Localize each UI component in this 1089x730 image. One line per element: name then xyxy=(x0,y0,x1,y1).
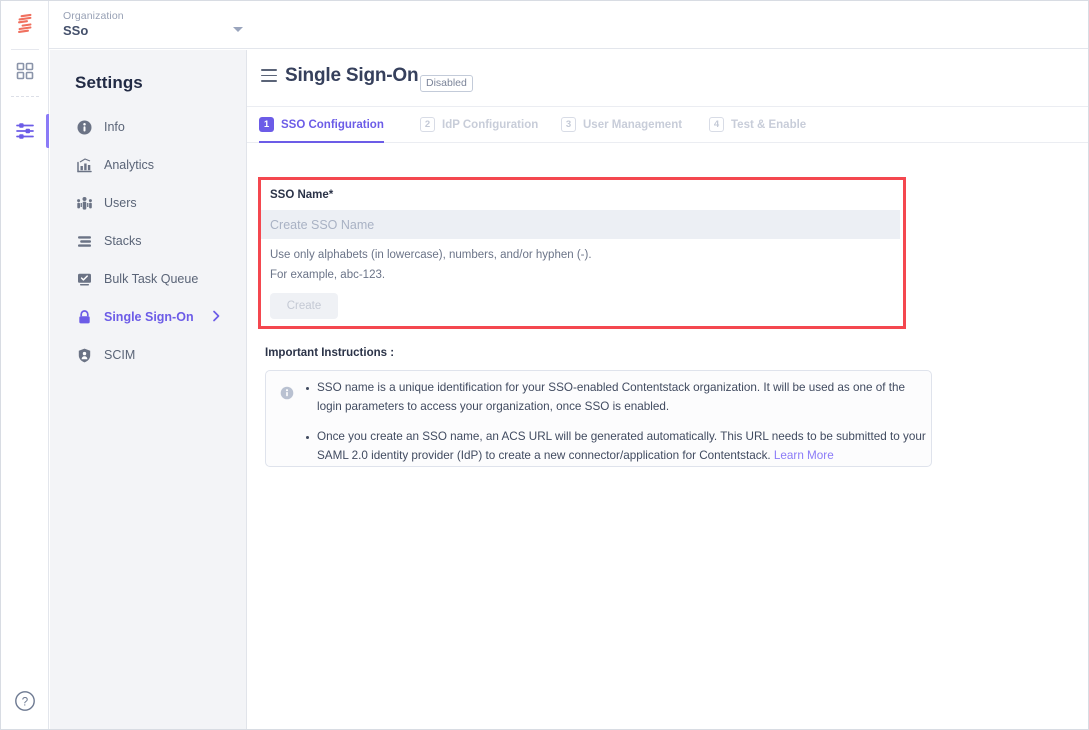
sso-name-hint-example: For example, abc-123. xyxy=(270,268,385,283)
learn-more-link[interactable]: Learn More xyxy=(774,449,834,462)
tab-label: IdP Configuration xyxy=(442,119,538,131)
page-header: Single Sign-On Disabled xyxy=(247,50,1088,107)
instruction-text: Once you create an SSO name, an ACS URL … xyxy=(317,430,926,462)
rail-active-indicator xyxy=(46,114,49,148)
sidebar-item-label: Single Sign-On xyxy=(104,309,194,325)
sso-name-label: SSO Name* xyxy=(270,189,333,201)
tab-user-management[interactable]: 3 User Management xyxy=(561,107,682,142)
tab-idp-configuration[interactable]: 2 IdP Configuration xyxy=(420,107,538,142)
stacks-layers-icon xyxy=(75,232,93,250)
contentstack-logo-icon[interactable] xyxy=(10,10,40,38)
organization-selector[interactable]: Organization SSo xyxy=(63,6,215,44)
info-circle-icon xyxy=(75,118,93,136)
sidebar-item-label: Info xyxy=(104,119,125,135)
instruction-text: SSO name is a unique identification for … xyxy=(317,381,905,413)
sidebar-item-bulk-task-queue[interactable]: Bulk Task Queue xyxy=(50,260,247,298)
sso-name-hint-rules: Use only alphabets (in lowercase), numbe… xyxy=(270,248,592,263)
tab-number: 1 xyxy=(259,117,274,132)
tab-number: 3 xyxy=(561,117,576,132)
rail-divider-top xyxy=(11,49,39,50)
sliders-settings-icon[interactable] xyxy=(11,117,39,145)
sidebar-item-label: Users xyxy=(104,195,137,211)
analytics-chart-icon xyxy=(75,156,93,174)
sidebar-item-stacks[interactable]: Stacks xyxy=(50,222,247,260)
tab-bar: 1 SSO Configuration 2 IdP Configuration … xyxy=(247,107,1088,143)
instructions-box: SSO name is a unique identification for … xyxy=(265,370,932,467)
sidebar-item-label: Stacks xyxy=(104,233,142,249)
bulk-task-queue-icon xyxy=(75,270,93,288)
sidebar-item-label: SCIM xyxy=(104,347,135,363)
page-title: Single Sign-On xyxy=(285,65,418,87)
sidebar-item-users[interactable]: Users xyxy=(50,184,247,222)
sidebar-item-analytics[interactable]: Analytics xyxy=(50,146,247,184)
tab-number: 2 xyxy=(420,117,435,132)
users-group-icon xyxy=(75,194,93,212)
instructions-list: SSO name is a unique identification for … xyxy=(304,379,932,477)
instructions-title: Important Instructions : xyxy=(265,347,394,359)
sidebar-nav: Info Analytics xyxy=(50,108,247,374)
sidebar-item-label: Bulk Task Queue xyxy=(104,271,198,287)
rail-divider-mid xyxy=(11,96,39,97)
tab-label: SSO Configuration xyxy=(281,119,384,131)
svg-text:?: ? xyxy=(22,696,28,708)
app-window: ? Organization SSo Settings Info xyxy=(0,0,1089,730)
settings-sidebar: Settings Info xyxy=(50,50,247,730)
instruction-bullet-2: Once you create an SSO name, an ACS URL … xyxy=(317,428,932,465)
tab-number: 4 xyxy=(709,117,724,132)
shield-user-icon xyxy=(75,346,93,364)
sidebar-item-info[interactable]: Info xyxy=(50,108,247,146)
tab-label: User Management xyxy=(583,119,682,131)
left-icon-rail: ? xyxy=(1,1,49,730)
create-button[interactable]: Create xyxy=(270,293,338,319)
instruction-bullet-1: SSO name is a unique identification for … xyxy=(317,379,932,416)
grid-apps-icon[interactable] xyxy=(11,57,39,85)
help-circle-icon[interactable]: ? xyxy=(13,689,37,713)
sidebar-item-single-sign-on[interactable]: Single Sign-On xyxy=(50,298,247,336)
lock-icon xyxy=(75,308,93,326)
info-circle-icon xyxy=(280,386,294,400)
status-badge: Disabled xyxy=(420,75,473,92)
main-content: Single Sign-On Disabled 1 SSO Configurat… xyxy=(247,50,1088,730)
sidebar-item-label: Analytics xyxy=(104,157,154,173)
tab-sso-configuration[interactable]: 1 SSO Configuration xyxy=(259,107,384,142)
sidebar-title: Settings xyxy=(75,73,143,93)
hamburger-menu-icon[interactable] xyxy=(261,69,277,83)
organization-name: SSo xyxy=(63,23,215,39)
organization-label: Organization xyxy=(63,6,215,23)
chevron-down-icon[interactable] xyxy=(233,27,243,32)
organization-bar: Organization SSo xyxy=(49,1,1088,49)
chevron-right-icon[interactable] xyxy=(209,309,223,328)
tab-label: Test & Enable xyxy=(731,119,806,131)
tab-test-and-enable[interactable]: 4 Test & Enable xyxy=(709,107,806,142)
sso-name-input[interactable] xyxy=(261,210,900,239)
sso-name-form-card: SSO Name* Use only alphabets (in lowerca… xyxy=(258,177,906,329)
sidebar-item-scim[interactable]: SCIM xyxy=(50,336,247,374)
